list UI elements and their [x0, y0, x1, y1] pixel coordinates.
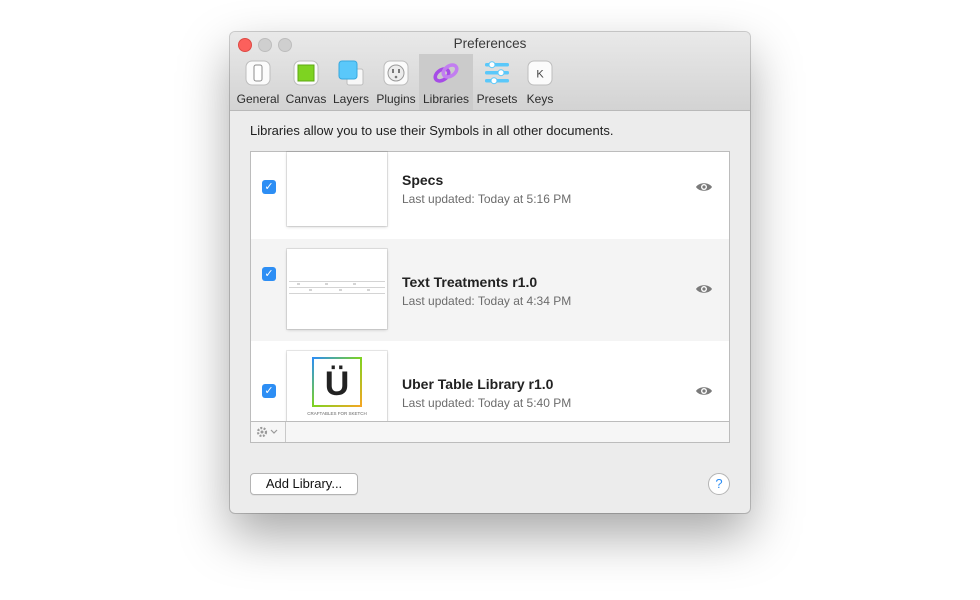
list-footer	[251, 421, 729, 442]
gear-menu-button[interactable]	[251, 422, 286, 442]
library-updated: Last updated: Today at 4:34 PM	[402, 294, 572, 308]
text-treatments-preview	[289, 281, 385, 294]
uber-table-logo: Ü CRAFTABLES FOR SKETCH	[307, 357, 367, 416]
presets-icon	[485, 61, 509, 85]
tab-general-label: General	[236, 92, 280, 106]
window-title: Preferences	[453, 36, 527, 51]
library-checkbox[interactable]: ✓	[262, 180, 276, 194]
library-checkbox[interactable]: ✓	[262, 384, 276, 398]
tab-libraries[interactable]: Libraries	[419, 54, 473, 110]
library-checkbox[interactable]: ✓	[262, 267, 276, 281]
eye-icon[interactable]	[695, 384, 713, 398]
library-name: Uber Table Library r1.0	[402, 376, 554, 392]
preferences-window: Preferences General Canvas Layers Plugin…	[230, 32, 750, 513]
uber-table-caption: CRAFTABLES FOR SKETCH	[307, 411, 366, 416]
plugins-icon	[383, 60, 409, 86]
library-thumbnail	[287, 249, 387, 329]
library-row[interactable]: ✓ Text Treatments r1.0 Last updated: Tod…	[251, 239, 729, 341]
libraries-icon	[433, 63, 459, 83]
tab-plugins[interactable]: Plugins	[374, 54, 418, 110]
tab-plugins-label: Plugins	[376, 92, 416, 106]
tab-general[interactable]: General	[236, 54, 280, 110]
layers-icon	[338, 60, 364, 86]
help-button[interactable]: ?	[708, 473, 730, 495]
tab-presets[interactable]: Presets	[475, 54, 519, 110]
keys-icon: K	[527, 60, 553, 86]
titlebar: Preferences General Canvas Layers Plugin…	[230, 32, 750, 111]
library-thumbnail: Ü CRAFTABLES FOR SKETCH	[287, 351, 387, 431]
tab-libraries-label: Libraries	[422, 92, 470, 106]
libraries-pane: Libraries allow you to use their Symbols…	[230, 111, 750, 513]
canvas-icon	[293, 60, 319, 86]
library-updated: Last updated: Today at 5:16 PM	[402, 192, 572, 206]
uber-table-glyph: Ü	[325, 365, 350, 403]
tab-keys-label: Keys	[526, 92, 554, 106]
tab-layers-label: Layers	[332, 92, 370, 106]
library-thumbnail	[287, 152, 387, 226]
libraries-description: Libraries allow you to use their Symbols…	[250, 123, 614, 138]
tab-keys[interactable]: K Keys	[520, 54, 560, 110]
tab-presets-label: Presets	[476, 92, 518, 106]
tab-layers[interactable]: Layers	[330, 54, 372, 110]
keys-glyph: K	[536, 69, 544, 81]
eye-icon[interactable]	[695, 282, 713, 296]
library-name: Specs	[402, 172, 444, 188]
add-library-button[interactable]: Add Library...	[250, 473, 358, 495]
libraries-list: ✓ Specs Last updated: Today at 5:16 PM ✓	[250, 151, 730, 443]
general-icon	[245, 60, 271, 86]
library-updated: Last updated: Today at 5:40 PM	[402, 396, 572, 410]
gear-icon	[256, 426, 278, 438]
tab-canvas[interactable]: Canvas	[284, 54, 328, 110]
tab-canvas-label: Canvas	[285, 92, 327, 106]
eye-icon[interactable]	[695, 180, 713, 194]
library-name: Text Treatments r1.0	[402, 274, 538, 290]
